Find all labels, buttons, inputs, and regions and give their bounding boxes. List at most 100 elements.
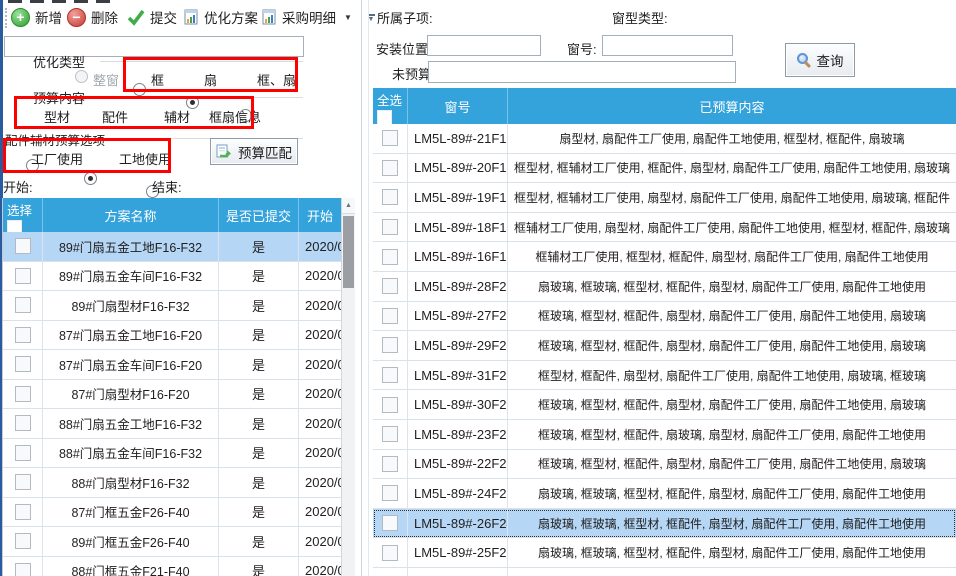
row-checkbox[interactable] [15,474,31,490]
radio-whole-window-label: 整窗 [93,70,119,89]
window-budget-row[interactable]: LM5L-89#-25F23扇玻璃, 框玻璃, 框型材, 框配件, 扇型材, 扇… [373,538,956,568]
row-checkbox[interactable] [382,278,398,294]
plan-table-row[interactable]: 87#门扇型材F16-F20是2020/0 [3,380,355,410]
window-budget-row[interactable]: LM5L-89#-31F29框型材, 框配件, 扇型材, 扇配件工厂使用, 扇配… [373,361,956,391]
plan-table-row[interactable]: 88#门扇五金工地F16-F32是2020/0 [3,409,355,439]
plan-name-cell: 89#门扇型材F16-F32 [43,291,219,320]
row-select-cell [3,321,43,350]
submitted-column-header[interactable]: 是否已提交 [219,198,299,232]
window-budget-row[interactable]: LM5L-89#-22F20框玻璃, 框型材, 框配件, 扇型材, 扇配件工厂使… [373,450,956,480]
row-checkbox[interactable] [382,249,398,265]
plan-table-row[interactable]: 89#门扇型材F16-F32是2020/0 [3,291,355,321]
row-checkbox[interactable] [382,308,398,324]
window-no-cell: LM5L-89#-20F18 [408,154,508,183]
window-budget-row[interactable]: LM5L-89#-23F21框玻璃, 框型材, 框配件, 扇玻璃, 扇型材, 扇… [373,420,956,450]
window-no-column-header[interactable]: 窗号 [408,88,508,124]
query-button[interactable]: 查询 [785,43,855,77]
window-no-input[interactable] [602,35,733,56]
row-select-cell [373,450,408,479]
plan-table-row[interactable]: 87#门框五金F26-F40是2020/0 [3,498,355,528]
row-checkbox[interactable] [15,327,31,343]
submit-button[interactable]: 提交 [127,7,177,27]
row-checkbox[interactable] [15,268,31,284]
window-budget-row[interactable]: LM5L-89#-29F27框玻璃, 框型材, 框配件, 扇型材, 扇配件工厂使… [373,331,956,361]
row-select-cell [3,350,43,379]
window-budget-row[interactable]: LM5L-89#-18F16框辅材工厂使用, 扇型材, 扇配件工厂使用, 扇配件… [373,213,956,243]
row-checkbox[interactable] [382,219,398,235]
window-budget-row[interactable]: LM5L-89#-16F15框辅材工厂使用, 框型材, 框配件, 扇型材, 扇配… [373,242,956,272]
select-all-checkbox[interactable] [377,110,392,124]
window-no-cell [408,568,508,576]
select-all-checkbox[interactable] [7,220,22,232]
plan-table-row[interactable]: 89#门框五金F26-F40是2020/0 [3,527,355,557]
plan-name-cell: 88#门扇五金工地F16-F32 [43,409,219,438]
row-checkbox[interactable] [382,485,398,501]
groupbox-line [98,97,303,98]
row-checkbox[interactable] [382,337,398,353]
window-budget-row[interactable]: LM5L-89#-19F17框型材, 框辅材工厂使用, 扇型材, 扇配件工厂使用… [373,183,956,213]
row-checkbox[interactable] [382,367,398,383]
window-budget-row[interactable]: LM5L-89#-28F26扇玻璃, 框玻璃, 框型材, 框配件, 扇型材, 扇… [373,272,956,302]
minus-circle-icon: − [67,8,86,27]
spreadsheet-icon [184,9,199,25]
row-select-cell [373,183,408,212]
scroll-up-button[interactable]: ▲ [342,198,355,214]
panel-splitter[interactable] [361,0,362,576]
row-checkbox[interactable] [15,445,31,461]
plan-table-row[interactable]: 88#门扇型材F16-F32是2020/0 [3,468,355,498]
scrollbar-thumb[interactable] [343,216,354,288]
plus-circle-icon: + [11,8,30,27]
row-checkbox[interactable] [15,563,31,576]
delete-button[interactable]: − 删除 [67,7,118,27]
optimize-plan-button[interactable]: 优化方案 [184,7,258,27]
window-budget-row[interactable]: LM5L-89#-24F22扇玻璃, 框玻璃, 框型材, 框配件, 扇型材, 扇… [373,479,956,509]
radio-accessory[interactable] [84,172,97,185]
plan-name-column-header[interactable]: 方案名称 [43,198,219,232]
radio-whole-window[interactable] [75,70,88,83]
add-button[interactable]: + 新增 [11,7,62,27]
row-checkbox[interactable] [382,515,398,531]
row-checkbox[interactable] [382,426,398,442]
plan-table: 选择 方案名称 是否已提交 开始 89#门扇五金工地F16-F32是2020/0… [2,198,355,576]
row-checkbox[interactable] [382,397,398,413]
vertical-scrollbar[interactable]: ▲ [341,198,355,576]
window-budget-row[interactable]: LM5L-89#-26F24扇玻璃, 框玻璃, 框型材, 框配件, 扇型材, 扇… [373,509,956,539]
budgeted-content-cell: 扇玻璃, 框玻璃, 框型材, 框配件, 扇型材, 扇配件工厂使用, 扇配件工地使… [508,272,956,301]
row-checkbox[interactable] [382,545,398,561]
row-checkbox[interactable] [15,297,31,313]
plan-name-cell: 87#门扇五金工地F16-F20 [43,321,219,350]
plan-table-row[interactable]: 88#门扇五金车间F16-F32是2020/0 [3,439,355,469]
row-checkbox[interactable] [15,504,31,520]
row-checkbox[interactable] [15,415,31,431]
budget-match-button[interactable]: 预算匹配 [210,138,298,165]
plan-table-row[interactable]: 89#门扇五金车间F16-F32是2020/0 [3,262,355,292]
budgeted-content-column-header[interactable]: 已预算内容 [508,88,956,124]
row-checkbox[interactable] [15,533,31,549]
row-checkbox[interactable] [15,238,31,254]
row-checkbox[interactable] [15,356,31,372]
install-position-input[interactable] [427,35,541,56]
radio-frame-sash-info-label: 框扇信息 [209,107,261,126]
row-checkbox[interactable] [382,189,398,205]
row-checkbox[interactable] [15,386,31,402]
budgeted-content-cell: 扇玻璃, 框玻璃, 框型材, 框配件, 扇型材, 扇配件工厂使用, 扇配件工地使… [508,538,956,567]
plan-table-row[interactable]: 87#门扇五金工地F16-F20是2020/0 [3,321,355,351]
window-budget-row[interactable]: LM5L-89#-20F18框型材, 框辅材工厂使用, 框配件, 扇型材, 扇配… [373,154,956,184]
check-icon [127,9,145,26]
purchase-detail-button[interactable]: 采购明细 ▼ [262,7,352,27]
budgeted-content-cell: 框玻璃, 框型材, 框配件, 扇型材, 扇配件工厂使用, 扇配件工地使用, 扇玻… [508,331,956,360]
not-budgeted-input[interactable] [428,61,736,83]
radio-frame[interactable] [133,83,146,96]
row-select-cell [3,262,43,291]
window-budget-row[interactable]: LM5L-89#-30F28框玻璃, 框型材, 框配件, 扇型材, 扇配件工厂使… [373,390,956,420]
row-checkbox[interactable] [382,456,398,472]
plan-table-row[interactable]: 89#门扇五金工地F16-F32是2020/0 [3,232,355,262]
window-budget-row[interactable]: LM5L-89#-21F19扇型材, 扇配件工厂使用, 扇配件工地使用, 框型材… [373,124,956,154]
toolbar-overflow-button[interactable]: ▼ [364,8,378,28]
window-budget-row[interactable]: LM5L-89#-27F25框玻璃, 框型材, 框配件, 扇型材, 扇配件工厂使… [373,302,956,332]
purchase-detail-label: 采购明细 [282,7,336,27]
row-checkbox[interactable] [382,160,398,176]
plan-table-row[interactable]: 88#门框五金F21-F40是2020/0 [3,557,355,576]
row-checkbox[interactable] [382,130,398,146]
plan-table-row[interactable]: 87#门扇五金车间F16-F20是2020/0 [3,350,355,380]
